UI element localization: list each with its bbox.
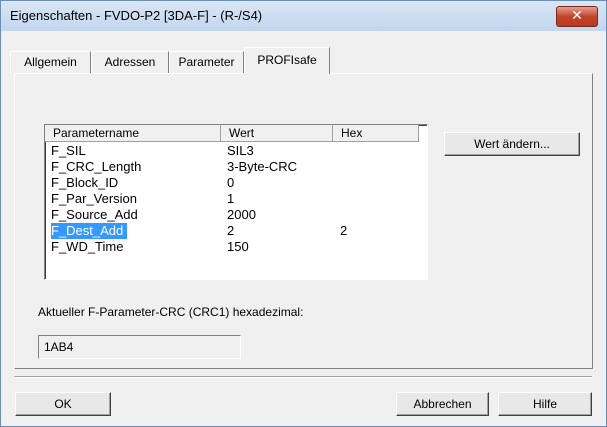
row-value: 1	[227, 191, 235, 206]
column-header-value[interactable]: Wert	[221, 125, 333, 142]
parameter-row-selected[interactable]: F_Dest_Add 2 2	[45, 223, 427, 239]
row-name: F_Dest_Add	[51, 223, 128, 239]
tab-allgemein[interactable]: Allgemein	[10, 51, 91, 73]
cancel-button[interactable]: Abbrechen	[396, 392, 489, 416]
parameter-grid[interactable]: Parametername Wert Hex F_SIL SIL3 F_CRC_…	[44, 124, 428, 280]
tab-parameter[interactable]: Parameter	[169, 51, 244, 73]
parameter-row[interactable]: F_Block_ID 0	[45, 175, 427, 191]
parameter-row[interactable]: F_WD_Time 150	[45, 239, 427, 255]
parameter-row[interactable]: F_Source_Add 2000	[45, 207, 427, 223]
row-value: 0	[227, 175, 235, 190]
row-name: F_Source_Add	[51, 207, 138, 222]
tab-profisafe[interactable]: PROFIsafe	[244, 47, 330, 74]
row-name: F_Par_Version	[51, 191, 137, 206]
tab-adressen[interactable]: Adressen	[91, 51, 169, 73]
title-bar: Eigenschaften - FVDO-P2 [3DA-F] - (R-/S4…	[1, 1, 606, 31]
grid-header: Parametername Wert Hex	[45, 125, 427, 143]
close-icon: ✕	[571, 8, 583, 24]
parameter-row[interactable]: F_SIL SIL3	[45, 143, 427, 159]
ok-button[interactable]: OK	[15, 392, 111, 416]
row-name: F_WD_Time	[51, 239, 124, 254]
row-name: F_SIL	[51, 143, 86, 158]
change-value-button[interactable]: Wert ändern...	[444, 132, 580, 156]
row-hex: 2	[340, 223, 348, 238]
help-button[interactable]: Hilfe	[498, 392, 592, 416]
column-header-name[interactable]: Parametername	[45, 125, 221, 142]
row-name: F_Block_ID	[51, 175, 119, 190]
row-value: 150	[227, 239, 249, 254]
close-button[interactable]: ✕	[556, 6, 598, 27]
separator	[14, 376, 592, 378]
parameter-row[interactable]: F_Par_Version 1	[45, 191, 427, 207]
row-value: 3-Byte-CRC	[227, 159, 298, 174]
row-value: 2	[227, 223, 235, 238]
properties-dialog: Eigenschaften - FVDO-P2 [3DA-F] - (R-/S4…	[0, 0, 607, 427]
window-title: Eigenschaften - FVDO-P2 [3DA-F] - (R-/S4…	[10, 8, 263, 23]
row-value: SIL3	[227, 143, 254, 158]
column-header-hex[interactable]: Hex	[333, 125, 419, 142]
parameter-row[interactable]: F_CRC_Length 3-Byte-CRC	[45, 159, 427, 175]
row-value: 2000	[227, 207, 256, 222]
crc-field: 1AB4	[38, 335, 241, 359]
crc-label: Aktueller F-Parameter-CRC (CRC1) hexadez…	[38, 305, 304, 319]
row-name: F_CRC_Length	[51, 159, 142, 174]
